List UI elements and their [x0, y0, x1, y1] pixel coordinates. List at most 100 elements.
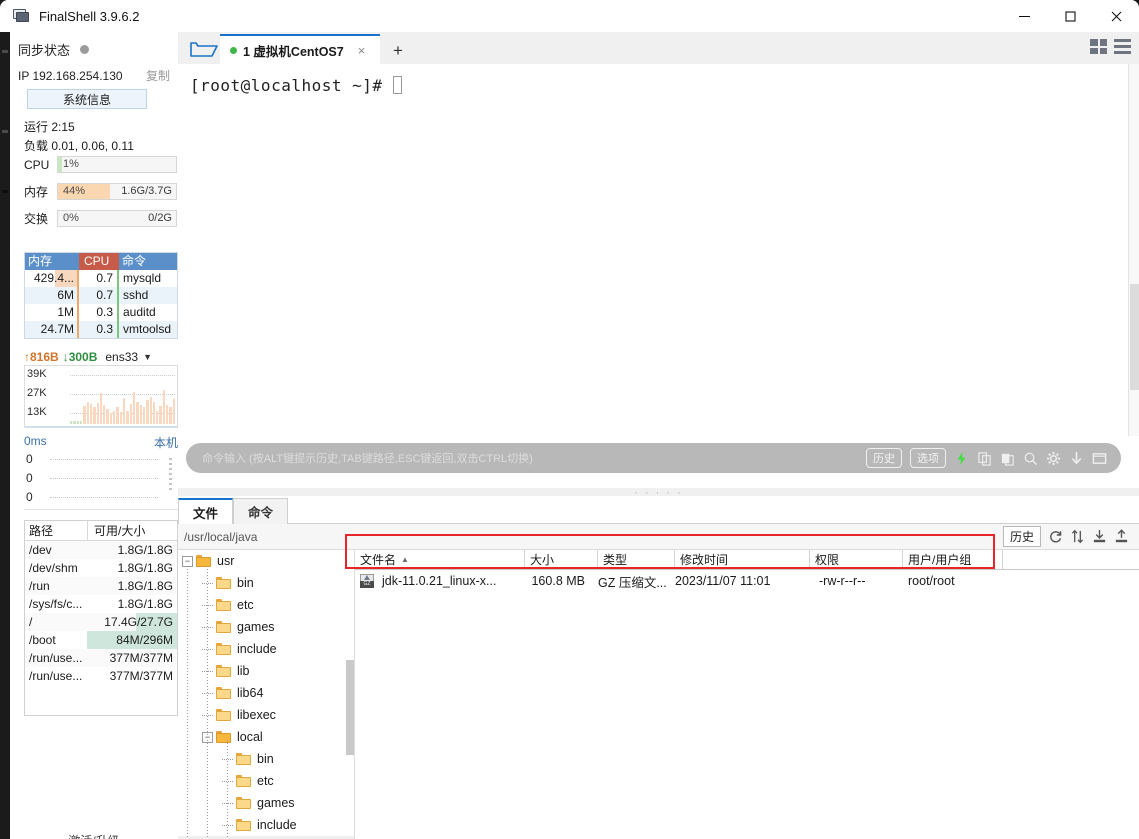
- tree-node-bin[interactable]: bin: [178, 748, 354, 770]
- file-type: GZ 压缩文...: [598, 575, 667, 590]
- search-icon[interactable]: [1023, 451, 1038, 466]
- process-row[interactable]: 6M 0.7 sshd: [25, 287, 177, 304]
- file-col-0[interactable]: 文件名 ▲: [355, 550, 525, 569]
- transfer-icon[interactable]: [1070, 529, 1085, 544]
- process-row[interactable]: 24.7M 0.3 vmtoolsd: [25, 321, 177, 338]
- process-cmd: mysqld: [123, 271, 162, 285]
- folder-icon: [216, 643, 231, 655]
- tree-node-local[interactable]: −local: [178, 726, 354, 748]
- process-mem: 6M: [25, 287, 79, 304]
- file-col-label: 大小: [530, 553, 555, 567]
- disk-row[interactable]: /dev/shm 1.8G/1.8G: [25, 559, 177, 577]
- tree-node-lib64[interactable]: lib64: [178, 682, 354, 704]
- command-input-placeholder[interactable]: 命令输入 (按ALT键提示历史,TAB键路径,ESC键返回,双击CTRL切换): [202, 450, 533, 466]
- terminal-prompt: [root@localhost ~]#: [190, 76, 402, 95]
- disk-row[interactable]: /run 1.8G/1.8G: [25, 577, 177, 595]
- network-interface[interactable]: ens33: [105, 350, 138, 364]
- sync-status-row: 同步状态: [18, 40, 90, 59]
- file-col-3[interactable]: 修改时间: [675, 550, 810, 569]
- disk-path: /: [29, 615, 33, 629]
- file-col-1[interactable]: 大小: [525, 550, 598, 569]
- command-options-button[interactable]: 选项: [910, 448, 946, 468]
- disk-usage-table: 路径 可用/大小 /dev 1.8G/1.8G/dev/shm 1.8G/1.8G /…: [24, 520, 178, 716]
- tree-expander[interactable]: −: [182, 555, 193, 567]
- tree-node-label: libexec: [237, 708, 276, 722]
- disk-row[interactable]: /run/use... 377M/377M: [25, 667, 177, 685]
- tree-node-libexec[interactable]: libexec: [178, 704, 354, 726]
- tree-node-games[interactable]: games: [178, 616, 354, 638]
- close-button[interactable]: [1093, 0, 1139, 32]
- download-icon[interactable]: [1069, 451, 1084, 466]
- lat-y-1: 0: [26, 471, 33, 485]
- tree-node-bin[interactable]: bin: [178, 572, 354, 594]
- tree-node-include[interactable]: include: [178, 638, 354, 660]
- copy-ip-link[interactable]: 复制: [146, 67, 170, 84]
- grid-layout-icon[interactable]: [1090, 39, 1107, 54]
- session-tab-centos7[interactable]: 1 虚拟机CentOS7 ×: [220, 34, 380, 64]
- disk-row[interactable]: / 17.4G/27.7G: [25, 613, 177, 631]
- file-name[interactable]: jdk-11.0.21_linux-x...: [377, 574, 520, 588]
- window-icon[interactable]: [1092, 451, 1107, 466]
- file-browser-body: −usrbinetcgamesincludeliblib64libexec−lo…: [178, 550, 1139, 839]
- tab-commands[interactable]: 命令: [233, 498, 288, 524]
- file-panel-tabs: 文件 命令: [178, 496, 288, 524]
- lightning-icon[interactable]: [954, 451, 969, 466]
- terminal-scrollbar-thumb[interactable]: [1130, 284, 1139, 390]
- disk-col-size[interactable]: 可用/大小: [87, 521, 177, 540]
- directory-tree[interactable]: −usrbinetcgamesincludeliblib64libexec−lo…: [178, 550, 355, 839]
- paste-icon[interactable]: [1000, 451, 1015, 466]
- tree-node-lib[interactable]: lib: [178, 660, 354, 682]
- upload-file-icon[interactable]: [1114, 529, 1129, 544]
- process-col-cpu[interactable]: CPU: [79, 253, 119, 270]
- file-modified: 2023/11/07 11:01: [675, 574, 771, 588]
- minimize-button[interactable]: [1001, 0, 1047, 32]
- file-col-label: 类型: [603, 553, 628, 567]
- window-title: FinalShell 3.9.6.2: [39, 8, 140, 24]
- refresh-icon[interactable]: [1048, 529, 1063, 544]
- process-cmd: auditd: [123, 305, 156, 319]
- process-col-mem[interactable]: 内存: [25, 253, 79, 270]
- current-path[interactable]: /usr/local/java: [184, 530, 257, 544]
- disk-col-path[interactable]: 路径: [25, 521, 87, 540]
- session-tab-label: 1 虚拟机CentOS7: [243, 44, 344, 59]
- copy-icon[interactable]: [977, 451, 992, 466]
- table-row[interactable]: GZ jdk-11.0.21_linux-x... 160.8 MB GZ 压缩文..…: [355, 570, 1139, 592]
- command-history-button[interactable]: 历史: [866, 448, 902, 468]
- terminal-output[interactable]: [root@localhost ~]#: [178, 64, 1128, 436]
- tree-node-usr[interactable]: − usr: [178, 550, 354, 572]
- command-input-area: 命令输入 (按ALT键提示历史,TAB键路径,ESC键返回,双击CTRL切换) …: [178, 436, 1139, 488]
- tree-node-games[interactable]: games: [178, 792, 354, 814]
- close-tab-icon[interactable]: ×: [358, 43, 366, 58]
- open-folder-icon[interactable]: [188, 38, 220, 60]
- disk-row[interactable]: /sys/fs/c... 1.8G/1.8G: [25, 595, 177, 613]
- tree-node-label: etc: [237, 598, 254, 612]
- download-file-icon[interactable]: [1092, 529, 1107, 544]
- tree-node-etc[interactable]: etc: [178, 594, 354, 616]
- process-col-cmd[interactable]: 命令: [119, 253, 177, 270]
- tree-node-include[interactable]: include: [178, 814, 354, 836]
- new-tab-button[interactable]: +: [393, 41, 403, 61]
- file-col-2[interactable]: 类型: [598, 550, 675, 569]
- chevron-down-icon[interactable]: ▼: [143, 352, 152, 362]
- tab-files[interactable]: 文件: [178, 498, 233, 524]
- tree-node-label: etc: [257, 774, 274, 788]
- file-col-5[interactable]: 用户/用户组: [903, 550, 1003, 569]
- gear-icon[interactable]: [1046, 451, 1061, 466]
- network-download: ↓300B: [62, 350, 98, 364]
- activate-upgrade-link[interactable]: 激活/升级: [10, 832, 178, 839]
- command-bar[interactable]: 命令输入 (按ALT键提示历史,TAB键路径,ESC键返回,双击CTRL切换) …: [186, 443, 1121, 473]
- disk-row[interactable]: /boot 84M/296M: [25, 631, 177, 649]
- tree-node-etc[interactable]: etc: [178, 770, 354, 792]
- system-info-button[interactable]: 系统信息: [27, 89, 147, 109]
- file-col-4[interactable]: 权限: [810, 550, 903, 569]
- file-list-scrollbar[interactable]: [1130, 570, 1139, 839]
- terminal-scrollbar[interactable]: [1128, 64, 1139, 436]
- process-row[interactable]: 1M 0.3 auditd: [25, 304, 177, 321]
- file-size: 160.8 MB: [531, 574, 585, 588]
- process-row[interactable]: 429.4... 0.7 mysqld: [25, 270, 177, 287]
- maximize-button[interactable]: [1047, 0, 1093, 32]
- list-layout-icon[interactable]: [1114, 39, 1131, 54]
- disk-row[interactable]: /run/use... 377M/377M: [25, 649, 177, 667]
- path-history-button[interactable]: 历史: [1002, 526, 1041, 547]
- disk-row[interactable]: /dev 1.8G/1.8G: [25, 541, 177, 559]
